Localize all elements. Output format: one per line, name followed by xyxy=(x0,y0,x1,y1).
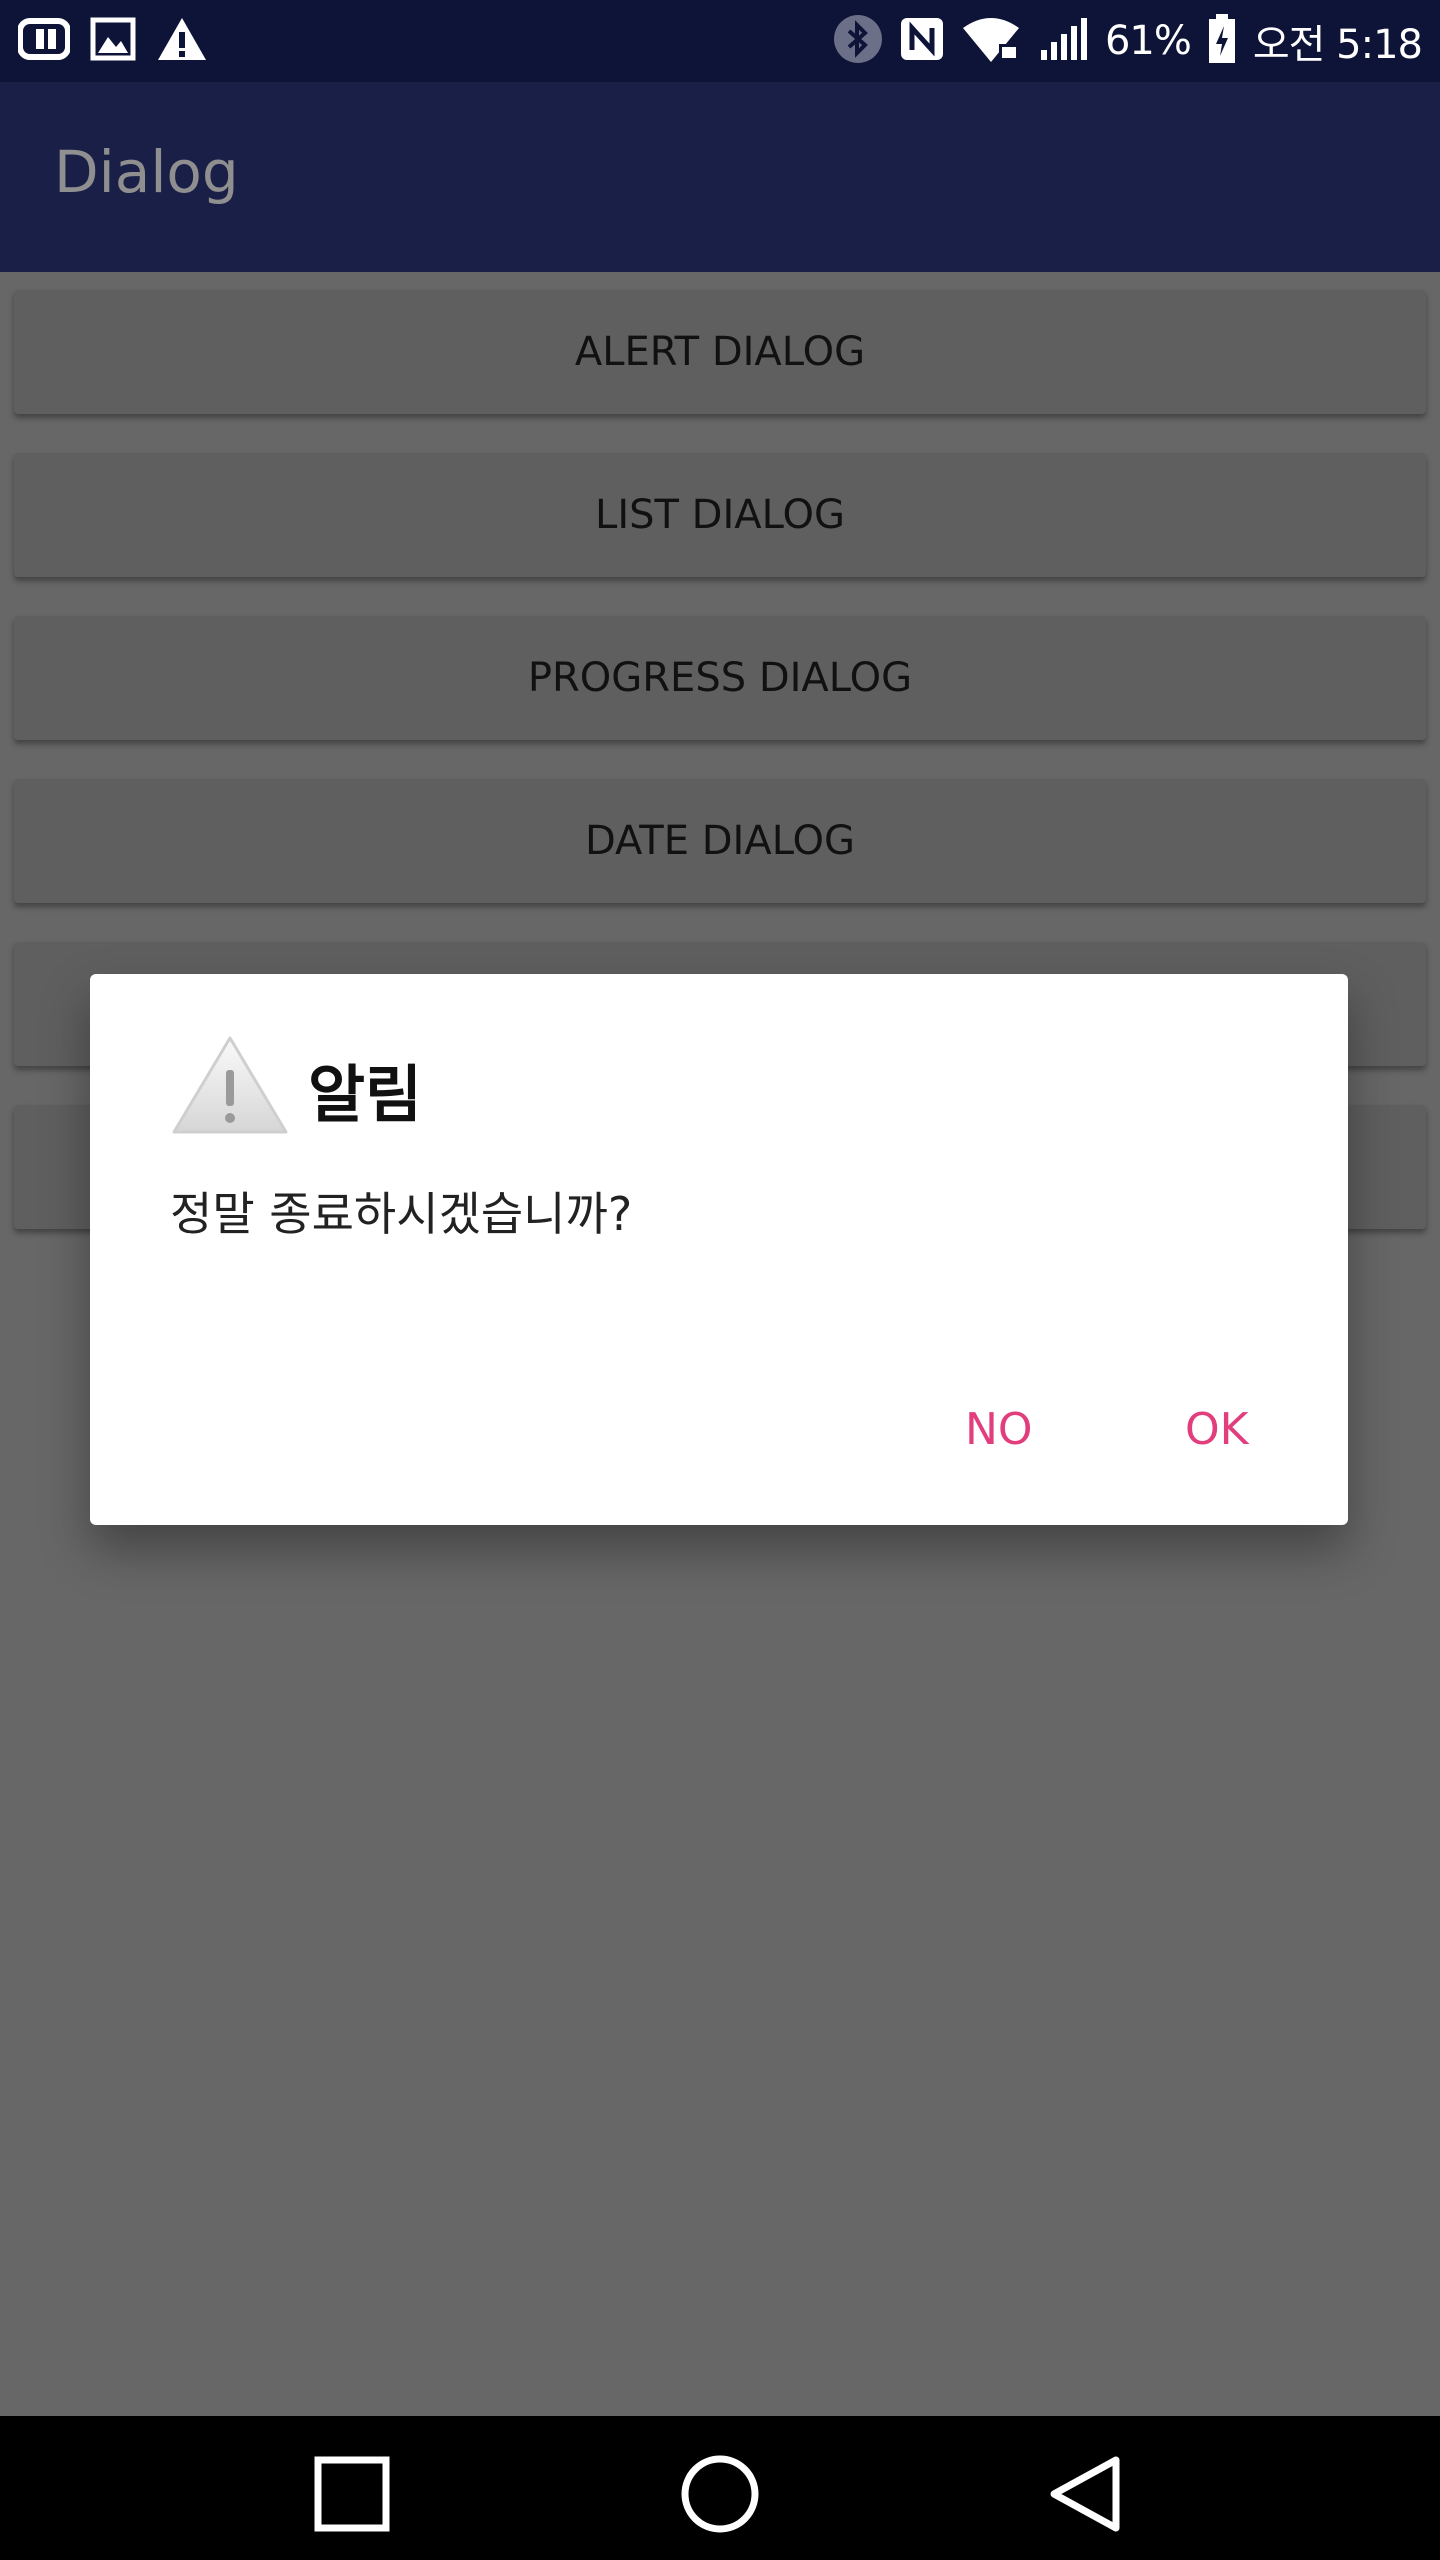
alert-dialog-button[interactable]: ALERT DIALOG xyxy=(14,290,1426,414)
progress-dialog-button[interactable]: PROGRESS DIALOG xyxy=(14,616,1426,740)
battery-icon xyxy=(1207,14,1237,68)
clock: 오전 5:18 xyxy=(1252,22,1423,68)
dialog-title: 알림 xyxy=(308,1058,423,1131)
list-dialog-button[interactable]: LIST DIALOG xyxy=(14,453,1426,577)
recents-icon[interactable] xyxy=(310,2452,394,2536)
page-title: Dialog xyxy=(54,138,239,206)
warning-icon xyxy=(156,16,208,66)
no-button[interactable]: NO xyxy=(945,1394,1053,1465)
back-icon[interactable] xyxy=(1044,2452,1128,2536)
battery-percent: 61% xyxy=(1104,18,1192,64)
dialog-message: 정말 종료하시겠습니까? xyxy=(170,1187,633,1241)
image-icon xyxy=(90,17,136,65)
signal-icon xyxy=(1039,16,1089,66)
warning-icon xyxy=(170,1034,290,1138)
home-icon[interactable] xyxy=(678,2452,762,2536)
nfc-icon xyxy=(899,16,945,66)
alert-dialog: 알림 정말 종료하시겠습니까? NO OK xyxy=(90,974,1348,1525)
status-bar: 61% 오전 5:18 xyxy=(0,0,1440,82)
uplus-icon xyxy=(17,17,71,65)
wifi-lock-icon xyxy=(961,14,1023,68)
nav-bar xyxy=(0,2416,1440,2560)
bluetooth-icon xyxy=(833,14,883,68)
ok-button[interactable]: OK xyxy=(1165,1394,1269,1465)
date-dialog-button[interactable]: DATE DIALOG xyxy=(14,779,1426,903)
